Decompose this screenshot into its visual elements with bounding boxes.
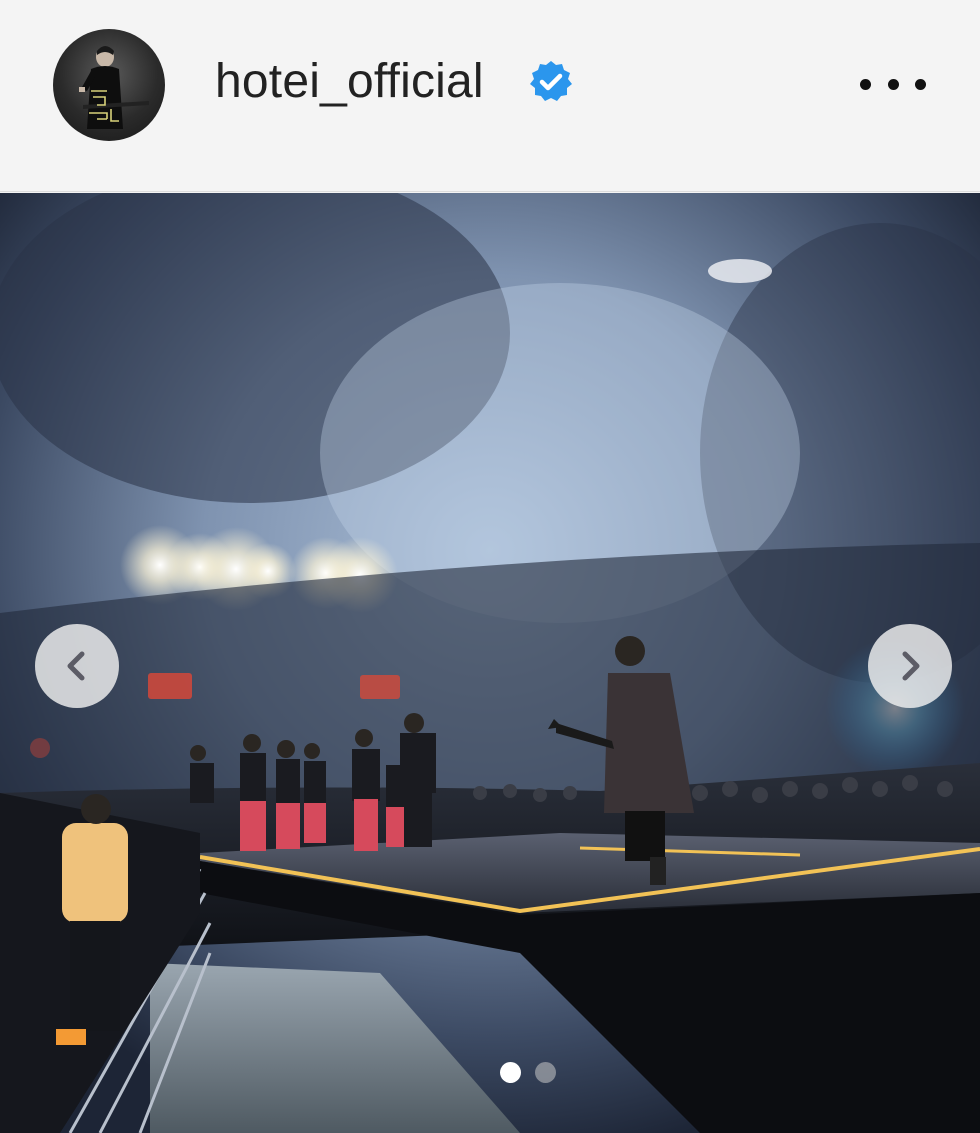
more-dot — [887, 78, 899, 90]
more-dot — [860, 78, 871, 90]
carousel-dot-1[interactable] — [500, 1061, 521, 1083]
more-options-button[interactable] — [860, 62, 926, 106]
carousel-next-button[interactable] — [868, 624, 952, 708]
staff-shirt — [62, 823, 128, 923]
username-link[interactable]: hotei_official — [215, 52, 484, 112]
chevron-left-icon — [67, 651, 85, 681]
chevron-right-icon — [902, 651, 920, 681]
avatar-image — [79, 46, 149, 129]
post-header: hotei_official — [0, 0, 980, 192]
carousel-dot-2[interactable] — [535, 1061, 556, 1083]
carousel-indicator — [500, 1061, 560, 1083]
more-dot — [915, 78, 926, 90]
post-photo[interactable] — [0, 193, 980, 1133]
profile-avatar[interactable] — [53, 29, 165, 141]
carousel-prev-button[interactable] — [35, 624, 119, 708]
verified-badge-icon — [528, 59, 574, 105]
concert-scene — [0, 193, 980, 1133]
